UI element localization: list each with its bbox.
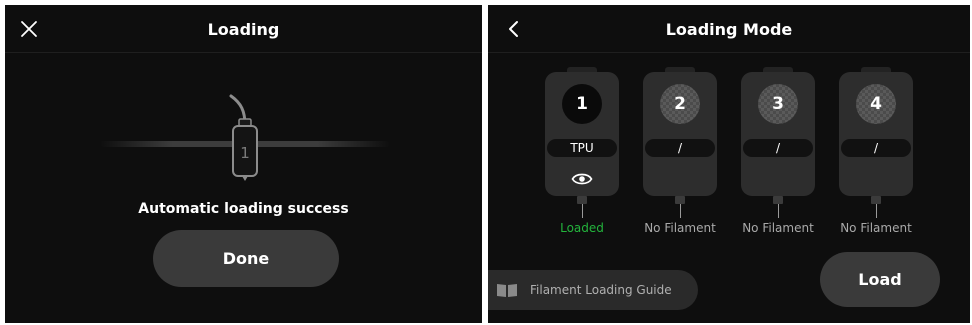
loading-mode-header: Loading Mode (488, 5, 970, 53)
eye-icon[interactable] (571, 171, 593, 187)
filament-slot-illustration (229, 94, 258, 181)
done-button[interactable]: Done (153, 230, 339, 287)
loading-header: Loading (5, 5, 482, 53)
slot-number-badge: 4 (856, 84, 896, 124)
slot-material-label: / (841, 139, 911, 157)
slot-number-badge: 1 (562, 84, 602, 124)
slot-status-1: Loaded (560, 221, 604, 235)
slot-status-4: No Filament (840, 221, 912, 235)
slot-number-badge: 3 (758, 84, 798, 124)
slot-material-label: TPU (547, 139, 617, 157)
slot-material-label: / (743, 139, 813, 157)
loading-panel: Loading 1 Automatic loading success Done (5, 5, 482, 323)
guide-button-label: Filament Loading Guide (530, 283, 672, 297)
illustration-slot-number: 1 (240, 144, 250, 162)
filament-slot-4[interactable]: 4 / (839, 67, 913, 196)
page-title: Loading (207, 20, 280, 39)
slot-status-3: No Filament (742, 221, 814, 235)
slot-status-2: No Filament (644, 221, 716, 235)
filament-slot-2[interactable]: 2 / (643, 67, 717, 196)
book-icon (497, 284, 517, 297)
slot-material-label: / (645, 139, 715, 157)
filament-loading-guide-button[interactable]: Filament Loading Guide (488, 270, 698, 310)
loading-mode-panel: Loading Mode 1 TPU Loaded 2 / No Filamen… (488, 5, 970, 323)
filament-slot-1[interactable]: 1 TPU (545, 67, 619, 196)
filament-slot-3[interactable]: 3 / (741, 67, 815, 196)
slot-number-badge: 2 (660, 84, 700, 124)
page-title: Loading Mode (665, 20, 793, 39)
load-button[interactable]: Load (820, 252, 940, 307)
loading-success-message: Automatic loading success (138, 201, 349, 217)
